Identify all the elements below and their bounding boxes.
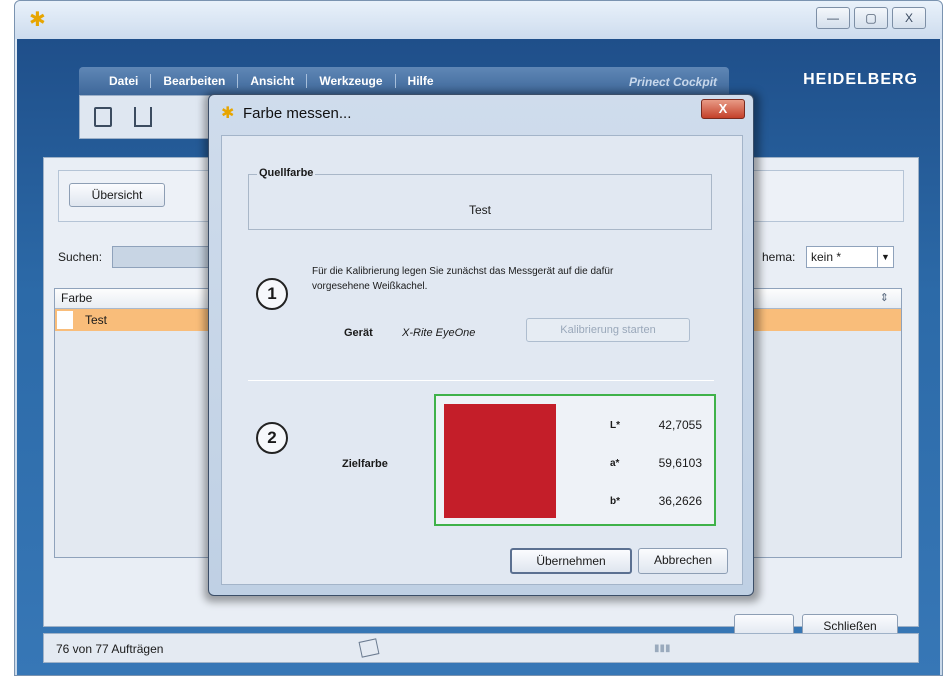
device-label: Gerät (344, 327, 373, 339)
toolbar (79, 95, 219, 139)
maximize-button[interactable]: ▢ (854, 7, 888, 29)
dialog-close-button[interactable]: X (701, 99, 745, 119)
target-color-swatch (444, 404, 556, 518)
lab-b-value: 36,2626 (658, 494, 702, 508)
chevron-down-icon[interactable]: ▼ (877, 247, 893, 267)
product-label: Prinect Cockpit (629, 75, 718, 89)
heidelberg-logo: HEIDELBERG (803, 71, 918, 88)
schema-label: hema: (762, 250, 796, 264)
source-value: Test (468, 203, 491, 217)
menu-ansicht[interactable]: Ansicht (238, 74, 308, 88)
menu-datei[interactable]: Datei (97, 74, 152, 88)
divider (248, 380, 714, 381)
lab-b-label: b* (610, 496, 620, 507)
search-label: Suchen: (58, 250, 103, 264)
status-text: 76 von 77 Aufträgen (56, 642, 164, 656)
column-header-farbe[interactable]: Farbe (61, 291, 92, 305)
measure-color-dialog: ✱ Farbe messen... X Quellfarbe Test 1 Fü… (208, 94, 754, 596)
document-icon[interactable] (94, 107, 112, 127)
window-close-button[interactable]: X (892, 7, 926, 29)
step-1-badge: 1 (256, 278, 288, 310)
app-icon: ✱ (29, 9, 46, 31)
lab-l-label: L* (610, 420, 620, 431)
dialog-titlebar[interactable]: ✱ Farbe messen... X (209, 95, 753, 133)
step-2-badge: 2 (256, 422, 288, 454)
row-name: Test (85, 313, 108, 327)
lab-a-label: a* (610, 458, 620, 469)
schema-select[interactable]: kein * ▼ (806, 246, 894, 268)
menu-werkzeuge[interactable]: Werkzeuge (307, 74, 396, 88)
target-color-label: Zielfarbe (342, 458, 388, 470)
menu-bearbeiten[interactable]: Bearbeiten (151, 74, 239, 88)
calibrate-button[interactable]: Kalibrierung starten (526, 318, 690, 342)
app-icon: ✱ (221, 105, 235, 122)
status-icon (358, 638, 380, 658)
menu-hilfe[interactable]: Hilfe (396, 74, 446, 88)
sort-icon[interactable]: ⇕ (880, 291, 889, 304)
lab-l-value: 42,7055 (658, 418, 702, 432)
target-color-box: L* 42,7055 a* 59,6103 b* 36,2626 (434, 394, 716, 526)
overview-button[interactable]: Übersicht (69, 183, 165, 207)
chart-icon[interactable] (134, 107, 152, 127)
window-titlebar[interactable]: ✱ — ▢ X (15, 1, 942, 39)
device-value: X-Rite EyeOne (402, 327, 476, 339)
step-1-instruction: Für die Kalibrierung legen Sie zunächst … (312, 264, 692, 294)
minimize-button[interactable]: — (816, 7, 850, 29)
source-color-group: Quellfarbe Test (248, 167, 712, 230)
instruction-line-1: Für die Kalibrierung legen Sie zunächst … (312, 266, 614, 277)
status-dots: ▮▮▮ (654, 643, 671, 654)
schema-value: kein * (811, 250, 842, 264)
dialog-body: Quellfarbe Test 1 Für die Kalibrierung l… (221, 135, 743, 585)
apply-button[interactable]: Übernehmen (510, 548, 632, 574)
dialog-title: Farbe messen... (243, 105, 352, 122)
instruction-line-2: vorgesehene Weißkachel. (312, 281, 428, 292)
lab-a-value: 59,6103 (658, 456, 702, 470)
row-color-cell (57, 311, 73, 329)
source-legend: Quellfarbe (257, 167, 316, 179)
statusbar: 76 von 77 Aufträgen ▮▮▮ (43, 633, 919, 663)
cancel-button[interactable]: Abbrechen (638, 548, 728, 574)
